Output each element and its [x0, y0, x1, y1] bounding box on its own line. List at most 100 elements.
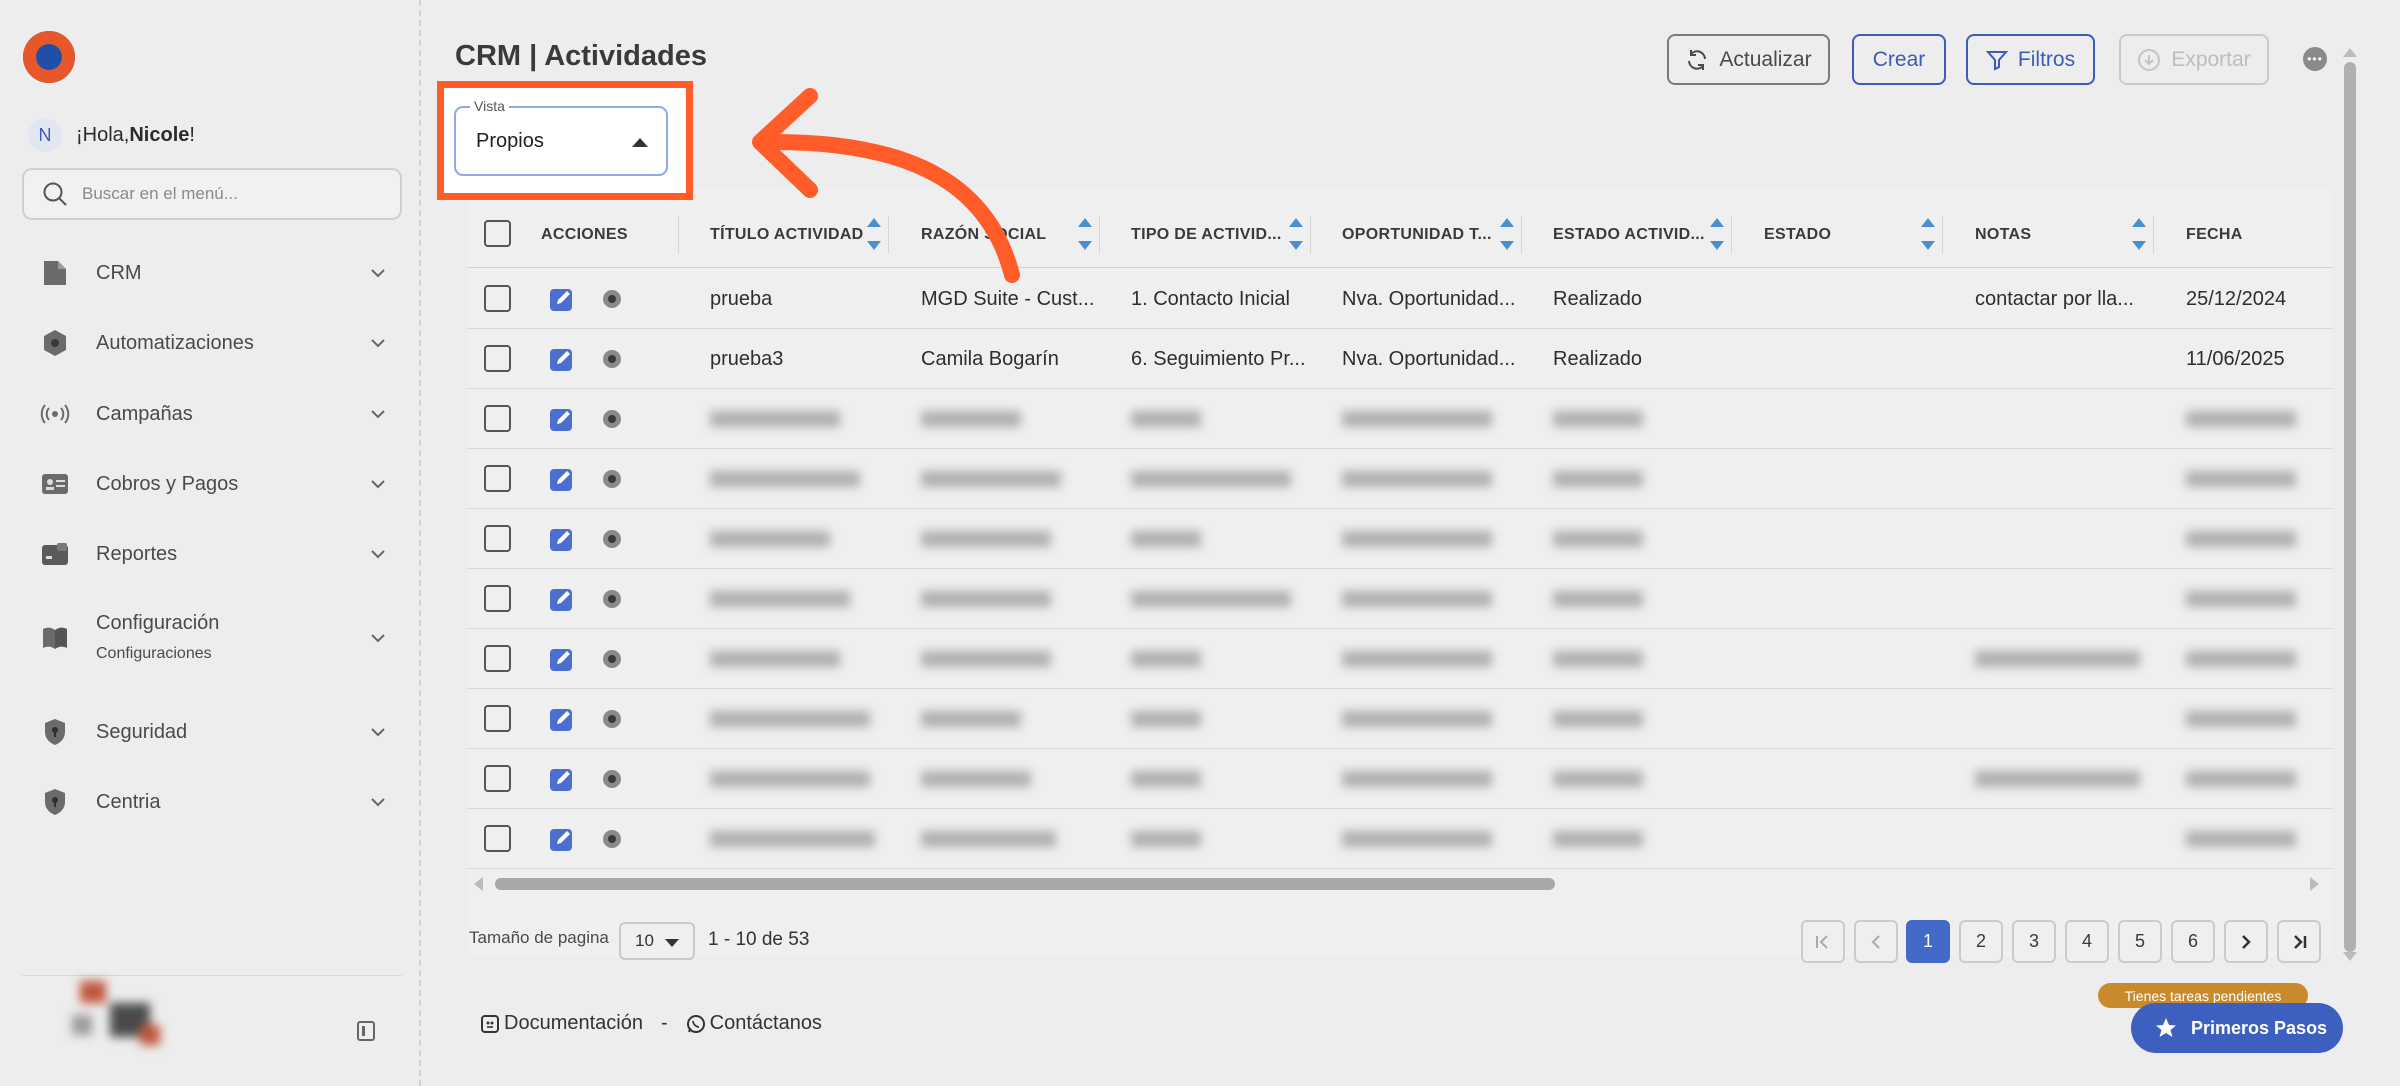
- sort-icon[interactable]: [1287, 212, 1305, 256]
- page-button-6[interactable]: 6: [2171, 920, 2215, 963]
- row-checkbox[interactable]: [484, 825, 511, 852]
- filters-button[interactable]: Filtros: [1966, 34, 2095, 85]
- column-header-tipo[interactable]: TIPO DE ACTIVID...: [1131, 202, 1282, 268]
- edit-icon[interactable]: [549, 406, 575, 432]
- eye-icon[interactable]: [600, 708, 624, 730]
- edit-icon[interactable]: [549, 706, 575, 732]
- cell-fecha: 25/12/2024: [2186, 287, 2287, 310]
- export-button[interactable]: Exportar: [2119, 34, 2269, 85]
- column-header-oportunidad[interactable]: OPORTUNIDAD T...: [1342, 202, 1492, 268]
- row-checkbox[interactable]: [484, 345, 511, 372]
- table-row[interactable]: [467, 749, 2333, 809]
- previous-page-button[interactable]: [1854, 920, 1898, 963]
- sort-icon[interactable]: [1076, 212, 1094, 256]
- row-checkbox[interactable]: [484, 765, 511, 792]
- first-steps-button[interactable]: Primeros Pasos: [2131, 1003, 2343, 1053]
- column-header-estado[interactable]: ESTADO: [1764, 202, 1831, 268]
- scroll-up-arrow[interactable]: [2343, 48, 2357, 57]
- sidebar-item-campanas[interactable]: Campañas: [40, 399, 386, 429]
- edit-icon[interactable]: [549, 286, 575, 312]
- avatar[interactable]: N: [28, 118, 62, 152]
- page-button-1[interactable]: 1: [1906, 920, 1950, 963]
- table-row[interactable]: [467, 629, 2333, 689]
- documentation-link[interactable]: Documentación: [504, 1012, 643, 1035]
- view-select-legend: Vista: [470, 98, 509, 114]
- scroll-down-arrow[interactable]: [2343, 952, 2357, 961]
- shield-icon: [40, 787, 70, 817]
- edit-icon[interactable]: [549, 346, 575, 372]
- eye-icon[interactable]: [600, 468, 624, 490]
- eye-icon[interactable]: [600, 768, 624, 790]
- sidebar-item-label: Configuración: [96, 612, 220, 634]
- scroll-right-arrow[interactable]: [2310, 877, 2319, 891]
- sidebar-item-centria[interactable]: Centria: [40, 787, 386, 817]
- update-button[interactable]: Actualizar: [1667, 34, 1830, 85]
- last-page-button[interactable]: [2277, 920, 2321, 963]
- sidebar-item-reportes[interactable]: Reportes: [40, 539, 386, 569]
- collapse-sidebar-icon[interactable]: [356, 1020, 376, 1042]
- table-row[interactable]: prueba3 Camila Bogarín 6. Seguimiento Pr…: [467, 329, 2333, 389]
- eye-icon[interactable]: [600, 288, 624, 310]
- sort-icon[interactable]: [2130, 212, 2148, 256]
- first-page-button[interactable]: [1801, 920, 1845, 963]
- scroll-left-arrow[interactable]: [474, 877, 483, 891]
- row-checkbox[interactable]: [484, 645, 511, 672]
- eye-icon[interactable]: [600, 348, 624, 370]
- view-select[interactable]: Vista Propios: [454, 98, 668, 176]
- sidebar-item-cobros-pagos[interactable]: Cobros y Pagos: [40, 469, 386, 499]
- sidebar-item-seguridad[interactable]: Seguridad: [40, 717, 386, 747]
- sort-icon[interactable]: [1919, 212, 1937, 256]
- search-input[interactable]: [82, 184, 382, 204]
- page-button-4[interactable]: 4: [2065, 920, 2109, 963]
- cell-razon: Camila Bogarín: [921, 347, 1059, 370]
- column-header-estado-actividad[interactable]: ESTADO ACTIVID...: [1553, 202, 1705, 268]
- column-header-notas[interactable]: NOTAS: [1975, 202, 2031, 268]
- row-checkbox[interactable]: [484, 705, 511, 732]
- row-checkbox[interactable]: [484, 525, 511, 552]
- row-checkbox[interactable]: [484, 585, 511, 612]
- horizontal-scrollbar[interactable]: [495, 878, 1555, 890]
- row-checkbox[interactable]: [484, 465, 511, 492]
- page-size-select[interactable]: 10: [619, 922, 695, 960]
- vertical-scrollbar[interactable]: [2344, 62, 2356, 952]
- redacted-cells: [710, 831, 2296, 847]
- edit-icon[interactable]: [549, 766, 575, 792]
- more-options-icon[interactable]: •••: [2303, 47, 2327, 71]
- page-button-2[interactable]: 2: [1959, 920, 2003, 963]
- page-range: 1 - 10 de 53: [708, 929, 810, 950]
- eye-icon[interactable]: [600, 648, 624, 670]
- table-row[interactable]: [467, 449, 2333, 509]
- row-checkbox[interactable]: [484, 405, 511, 432]
- edit-icon[interactable]: [549, 586, 575, 612]
- page-button-3[interactable]: 3: [2012, 920, 2056, 963]
- sidebar-item-automatizaciones[interactable]: Automatizaciones: [40, 328, 386, 358]
- next-page-button[interactable]: [2224, 920, 2268, 963]
- user-profile-thumbnail[interactable]: [60, 975, 170, 1055]
- column-header-fecha[interactable]: FECHA: [2186, 202, 2243, 268]
- select-all-checkbox[interactable]: [484, 220, 511, 247]
- edit-icon[interactable]: [549, 646, 575, 672]
- edit-icon[interactable]: [549, 526, 575, 552]
- create-button[interactable]: Crear: [1852, 34, 1946, 85]
- table-row[interactable]: [467, 509, 2333, 569]
- table-row[interactable]: [467, 809, 2333, 869]
- eye-icon[interactable]: [600, 408, 624, 430]
- sort-icon[interactable]: [1708, 212, 1726, 256]
- contact-link[interactable]: Contáctanos: [710, 1012, 822, 1035]
- column-divider: [1942, 216, 1943, 254]
- table-row[interactable]: [467, 389, 2333, 449]
- sort-icon[interactable]: [1498, 212, 1516, 256]
- edit-icon[interactable]: [549, 826, 575, 852]
- table-row[interactable]: [467, 689, 2333, 749]
- edit-icon[interactable]: [549, 466, 575, 492]
- table-row[interactable]: [467, 569, 2333, 629]
- eye-icon[interactable]: [600, 528, 624, 550]
- sidebar-item-crm[interactable]: CRM: [40, 258, 386, 288]
- sidebar-item-configuracion[interactable]: Configuración Configuraciones: [40, 612, 386, 663]
- menu-search[interactable]: [22, 168, 402, 220]
- page-button-5[interactable]: 5: [2118, 920, 2162, 963]
- company-logo[interactable]: [22, 30, 76, 84]
- row-checkbox[interactable]: [484, 285, 511, 312]
- eye-icon[interactable]: [600, 588, 624, 610]
- eye-icon[interactable]: [600, 828, 624, 850]
